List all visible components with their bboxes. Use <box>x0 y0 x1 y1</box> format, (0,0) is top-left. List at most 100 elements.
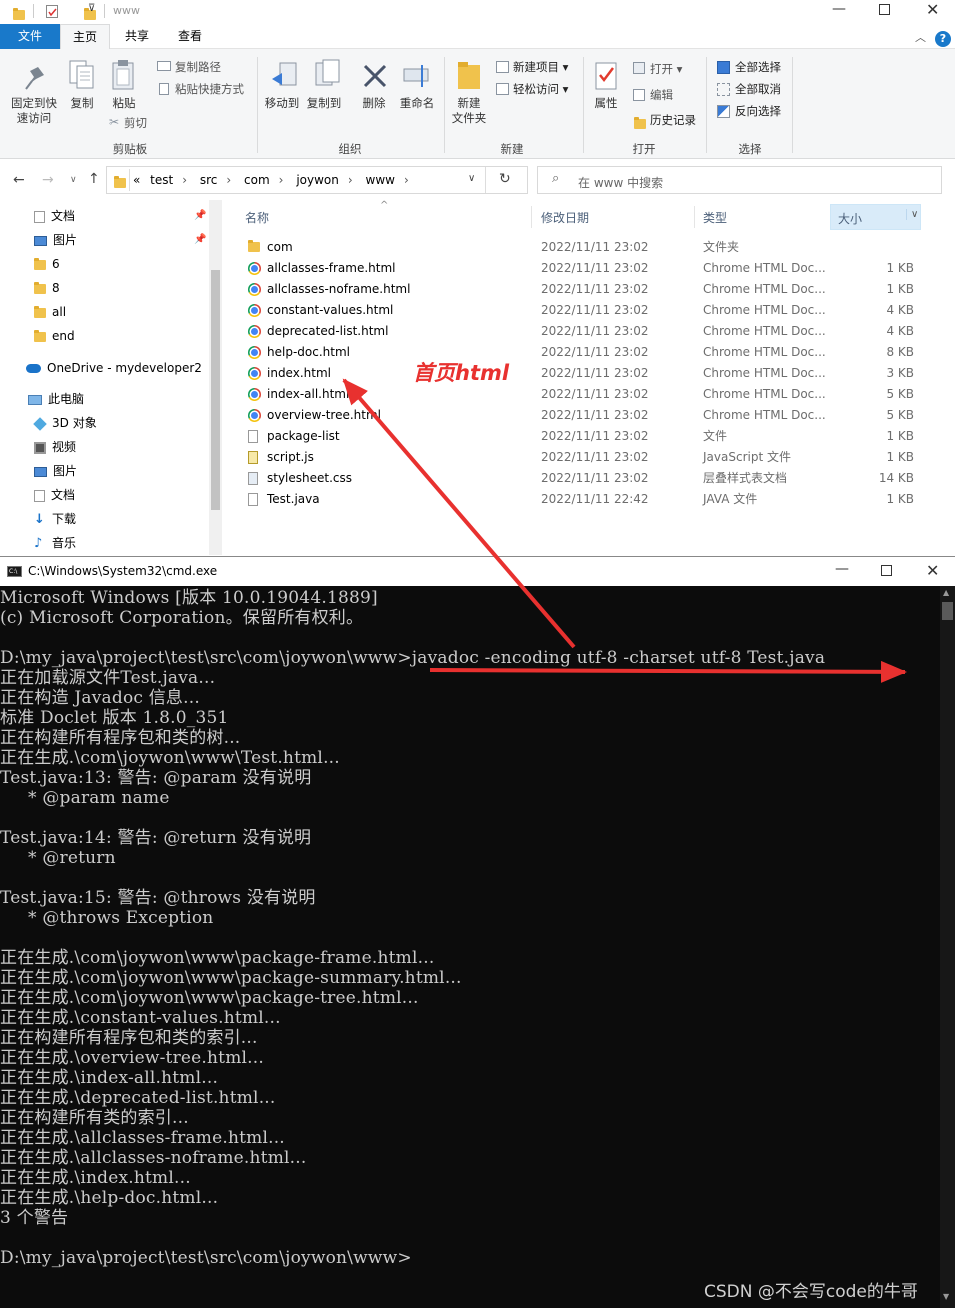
cmd-maximize-button[interactable] <box>881 565 892 576</box>
copy-path-button[interactable]: 复制路径 <box>175 60 221 74</box>
nav-item-this-pc[interactable]: 此电脑 <box>28 387 84 411</box>
chevron-down-icon[interactable]: ∨ <box>906 209 918 220</box>
nav-item-all[interactable]: all <box>34 300 66 324</box>
nav-item-documents-pc[interactable]: 文档 <box>34 483 75 507</box>
chevron-right-icon[interactable]: › <box>404 173 409 187</box>
rename-button[interactable]: 重命名 <box>396 96 438 111</box>
back-button[interactable]: ← <box>13 172 25 188</box>
new-item-button[interactable]: 新建项目 ▾ <box>513 60 568 74</box>
nav-item-3d-objects[interactable]: 3D 对象 <box>33 411 97 435</box>
nav-item-end[interactable]: end <box>34 324 75 348</box>
pin-quick-access-button[interactable]: 固定到快 速访问 <box>6 96 62 126</box>
file-row[interactable]: index-all.html 2022/11/11 23:02 Chrome HTM… <box>228 384 928 405</box>
file-row[interactable]: constant-values.html 2022/11/11 23:02 Chro… <box>228 300 928 321</box>
help-icon[interactable]: ? <box>935 31 951 47</box>
nav-item-videos[interactable]: 视频 <box>34 435 76 459</box>
file-row[interactable]: help-doc.html 2022/11/11 23:02 Chrome HTML… <box>228 342 928 363</box>
search-input[interactable]: 在 www 中搜索 <box>578 174 663 191</box>
column-header-name[interactable]: 名称 <box>245 209 269 226</box>
nav-scrollbar[interactable] <box>209 200 222 555</box>
nav-item-downloads[interactable]: ↓ 下载 <box>34 507 76 531</box>
console-output[interactable]: Microsoft Windows [版本 10.0.19044.1889] (c… <box>0 586 940 1308</box>
file-row[interactable]: allclasses-frame.html 2022/11/11 23:02 Chr… <box>228 258 928 279</box>
file-date: 2022/11/11 22:42 <box>541 492 649 506</box>
maximize-button[interactable] <box>879 4 890 15</box>
properties-button[interactable]: 属性 <box>588 96 624 111</box>
search-box[interactable]: ⌕ 在 www 中搜索 <box>537 166 942 194</box>
edit-button[interactable]: 编辑 <box>650 88 673 102</box>
file-row[interactable]: com 2022/11/11 23:02 文件夹 <box>228 237 928 258</box>
console-line: Test.java:13: 警告: @param 没有说明 <box>0 768 312 788</box>
chevron-right-icon[interactable]: › <box>226 173 231 187</box>
file-row[interactable]: stylesheet.css 2022/11/11 23:02 层叠样式表文档 14 … <box>228 468 928 489</box>
breadcrumb-item-src[interactable]: src <box>200 173 218 187</box>
nav-item-onedrive[interactable]: OneDrive - mydeveloper2 <box>26 356 202 380</box>
console-line: 标准 Doclet 版本 1.8.0_351 <box>0 708 229 728</box>
breadcrumb-item-www[interactable]: www <box>366 173 395 187</box>
tab-home[interactable]: 主页 <box>60 24 110 50</box>
tab-view[interactable]: 查看 <box>165 24 215 49</box>
column-header-size[interactable]: 大小 ∨ <box>830 204 921 230</box>
file-date: 2022/11/11 23:02 <box>541 324 649 338</box>
forward-button[interactable]: → <box>42 172 54 188</box>
move-to-button[interactable]: 移动到 <box>262 96 302 111</box>
nav-item-8[interactable]: 8 <box>34 276 60 300</box>
nav-item-documents[interactable]: 文档 <box>34 204 75 228</box>
refresh-icon[interactable]: ↻ <box>499 171 511 187</box>
console-scrollbar-thumb[interactable] <box>942 602 953 620</box>
nav-label: end <box>52 329 75 343</box>
invert-selection-button[interactable]: 反向选择 <box>735 104 781 118</box>
close-button[interactable]: ✕ <box>926 0 939 19</box>
properties-quick-icon[interactable] <box>46 5 58 18</box>
file-row[interactable]: overview-tree.html 2022/11/11 23:02 Chrome… <box>228 405 928 426</box>
file-row[interactable]: deprecated-list.html 2022/11/11 23:02 Chro… <box>228 321 928 342</box>
select-all-button[interactable]: 全部选择 <box>735 60 781 74</box>
easy-access-button[interactable]: 轻松访问 ▾ <box>513 82 568 96</box>
paste-button[interactable]: 粘贴 <box>104 96 144 111</box>
tab-file[interactable]: 文件 <box>0 24 60 49</box>
new-folder-button[interactable]: 新建 文件夹 <box>447 96 491 126</box>
file-row[interactable]: Test.java 2022/11/11 22:42 JAVA 文件 1 KB <box>228 489 928 510</box>
delete-button[interactable]: 删除 <box>356 96 392 111</box>
watermark: CSDN @不会写code的牛哥 <box>704 1282 918 1302</box>
collapse-ribbon-icon[interactable]: ︿ <box>915 29 926 45</box>
breadcrumb-item-test[interactable]: test <box>150 173 173 187</box>
nav-item-pictures-pc[interactable]: 图片 <box>34 459 77 483</box>
breadcrumb-overflow[interactable]: « <box>133 173 140 187</box>
scroll-up-icon[interactable]: ▲ <box>943 588 949 597</box>
column-header-type[interactable]: 类型 <box>703 209 727 226</box>
column-header-date[interactable]: 修改日期 <box>541 209 589 226</box>
history-button[interactable]: 历史记录 <box>650 113 696 127</box>
file-row[interactable]: index.html 2022/11/11 23:02 Chrome HTML Do… <box>228 363 928 384</box>
nav-item-pictures[interactable]: 图片 <box>34 228 77 252</box>
recent-locations-icon[interactable]: ∨ <box>70 175 77 185</box>
breadcrumb-item-com[interactable]: com <box>244 173 270 187</box>
breadcrumb-item-joywon[interactable]: joywon <box>296 173 339 187</box>
cmd-minimize-button[interactable]: — <box>835 561 849 577</box>
chevron-right-icon[interactable]: › <box>279 173 284 187</box>
console-scrollbar[interactable]: ▲ ▼ <box>940 586 955 1308</box>
scroll-down-icon[interactable]: ▼ <box>943 1292 949 1301</box>
open-button[interactable]: 打开 ▾ <box>650 62 682 76</box>
cmd-close-button[interactable]: ✕ <box>926 561 939 580</box>
copy-to-button[interactable]: 复制到 <box>304 96 344 111</box>
nav-item-6[interactable]: 6 <box>34 252 60 276</box>
address-bar[interactable]: « test › src › com › joywon › www › ∨ ↻ <box>106 166 528 194</box>
address-history-dropdown[interactable]: ∨ <box>468 173 475 184</box>
up-button[interactable]: ↑ <box>88 171 100 187</box>
chevron-right-icon[interactable]: › <box>182 173 187 187</box>
customize-quick-access-icon[interactable]: ⊽ <box>88 3 95 14</box>
minimize-button[interactable]: — <box>832 1 846 17</box>
select-none-button[interactable]: 全部取消 <box>735 82 781 96</box>
paste-shortcut-button[interactable]: 粘贴快捷方式 <box>175 82 244 96</box>
file-row[interactable]: package-list 2022/11/11 23:02 文件 1 KB <box>228 426 928 447</box>
nav-scrollbar-thumb[interactable] <box>211 270 220 510</box>
chevron-right-icon[interactable]: › <box>348 173 353 187</box>
chrome-icon <box>248 262 261 275</box>
cut-button[interactable]: 剪切 <box>124 116 147 130</box>
nav-item-music[interactable]: ♪ 音乐 <box>34 531 76 555</box>
tab-share[interactable]: 共享 <box>112 24 162 49</box>
file-row[interactable]: allclasses-noframe.html 2022/11/11 23:02 C… <box>228 279 928 300</box>
file-row[interactable]: script.js 2022/11/11 23:02 JavaScript 文件 1 … <box>228 447 928 468</box>
copy-button[interactable]: 复制 <box>64 96 100 111</box>
